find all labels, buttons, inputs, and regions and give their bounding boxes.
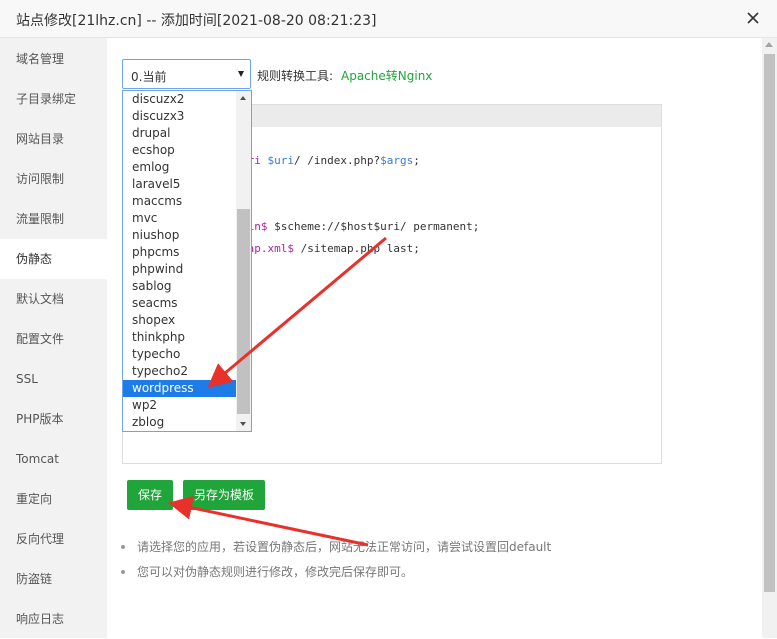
converter-label: 规则转换工具:	[257, 69, 334, 83]
select-value: 0.当前	[131, 70, 167, 84]
scroll-down-icon[interactable]	[240, 422, 246, 426]
dropdown-option[interactable]: shopex	[123, 312, 236, 329]
dropdown-option[interactable]: wp2	[123, 397, 236, 414]
save-button[interactable]: 保存	[127, 480, 173, 510]
sidebar-item-label: 重定向	[16, 492, 53, 506]
sidebar-item-label: 流量限制	[16, 212, 65, 226]
dropdown-option[interactable]: discuzx3	[123, 108, 236, 125]
code-line: map.xml$ /sitemap.php last;	[241, 242, 420, 255]
sidebar-item-subdir[interactable]: 子目录绑定	[0, 79, 107, 119]
dropdown-option[interactable]: niushop	[123, 227, 236, 244]
page-scroll-thumb[interactable]	[764, 54, 775, 592]
tip-item: 请选择您的应用，若设置伪静态后，网站无法正常访问，请尝试设置回default	[121, 538, 551, 555]
sidebar-item-label: 访问限制	[16, 172, 65, 186]
rewrite-panel: 0.当前 规则转换工具: Apache转Nginx uri $uri/ /ind…	[107, 38, 762, 638]
dropdown-option[interactable]: zblog	[123, 414, 236, 431]
sidebar-item-tomcat[interactable]: Tomcat	[0, 439, 107, 479]
sidebar-item-label: PHP版本	[16, 412, 64, 426]
sidebar-item-label: Tomcat	[16, 452, 59, 466]
dropdown-option[interactable]: sablog	[123, 278, 236, 295]
dialog-title: 站点修改[21lhz.cn] -- 添加时间[2021-08-20 08:21:…	[16, 13, 377, 29]
save-as-template-button[interactable]: 另存为模板	[183, 480, 265, 510]
dropdown-option[interactable]: discuzx2	[123, 91, 236, 108]
dropdown-option[interactable]: ecshop	[123, 142, 236, 159]
sidebar-item-reverse-proxy[interactable]: 反向代理	[0, 519, 107, 559]
sidebar-item-label: SSL	[16, 372, 38, 386]
sidebar-item-response-log[interactable]: 响应日志	[0, 599, 107, 639]
bullet-icon	[121, 544, 125, 549]
dropdown-option[interactable]: typecho2	[123, 363, 236, 380]
sidebar-item-label: 防盗链	[16, 572, 53, 586]
dropdown-option[interactable]: drupal	[123, 125, 236, 142]
sidebar-item-label: 网站目录	[16, 132, 65, 146]
sidebar-item-label: 响应日志	[16, 612, 65, 626]
dialog-titlebar: 站点修改[21lhz.cn] -- 添加时间[2021-08-20 08:21:…	[0, 0, 777, 38]
dropdown-option[interactable]: emlog	[123, 159, 236, 176]
dropdown-scroll-thumb[interactable]	[237, 209, 250, 414]
sidebar-item-rewrite[interactable]: 伪静态	[0, 239, 107, 279]
dropdown-option-selected[interactable]: wordpress	[123, 380, 236, 397]
sidebar-item-config-file[interactable]: 配置文件	[0, 319, 107, 359]
chevron-down-icon	[238, 71, 244, 77]
rewrite-template-dropdown[interactable]: discuzx2 discuzx3 drupal ecshop emlog la…	[122, 90, 252, 432]
sidebar-item-label: 域名管理	[16, 52, 65, 66]
sidebar-item-label: 反向代理	[16, 532, 65, 546]
sidebar-item-traffic-limit[interactable]: 流量限制	[0, 199, 107, 239]
dropdown-option[interactable]: typecho	[123, 346, 236, 363]
apache-to-nginx-link[interactable]: Apache转Nginx	[341, 67, 432, 84]
settings-sidebar: 域名管理 子目录绑定 网站目录 访问限制 流量限制 伪静态 默认文档 配置文件 …	[0, 38, 107, 638]
dropdown-option[interactable]: phpcms	[123, 244, 236, 261]
sidebar-item-default-doc[interactable]: 默认文档	[0, 279, 107, 319]
sidebar-item-access-limit[interactable]: 访问限制	[0, 159, 107, 199]
site-settings-dialog: 站点修改[21lhz.cn] -- 添加时间[2021-08-20 08:21:…	[0, 0, 777, 638]
scroll-up-icon[interactable]	[765, 42, 773, 47]
dropdown-option[interactable]: mvc	[123, 210, 236, 227]
sidebar-item-redirect[interactable]: 重定向	[0, 479, 107, 519]
sidebar-item-label: 配置文件	[16, 332, 65, 346]
sidebar-item-ssl[interactable]: SSL	[0, 359, 107, 399]
sidebar-item-label: 伪静态	[16, 252, 53, 266]
rewrite-template-select[interactable]: 0.当前	[122, 59, 251, 89]
sidebar-item-hotlink[interactable]: 防盗链	[0, 559, 107, 599]
sidebar-item-label: 子目录绑定	[16, 92, 77, 106]
sidebar-item-site-dir[interactable]: 网站目录	[0, 119, 107, 159]
bullet-icon	[121, 569, 125, 574]
page-scrollbar[interactable]	[762, 38, 777, 638]
dropdown-scrollbar[interactable]	[236, 91, 251, 431]
dropdown-option[interactable]: seacms	[123, 295, 236, 312]
tip-item: 您可以对伪静态规则进行修改，修改完后保存即可。	[121, 563, 413, 580]
code-line: uri $uri/ /index.php?$args;	[241, 154, 420, 167]
dropdown-option[interactable]: phpwind	[123, 261, 236, 278]
scroll-up-icon[interactable]	[240, 96, 246, 100]
close-icon[interactable]	[743, 8, 763, 28]
sidebar-item-domain[interactable]: 域名管理	[0, 39, 107, 79]
dropdown-option[interactable]: thinkphp	[123, 329, 236, 346]
dropdown-option[interactable]: maccms	[123, 193, 236, 210]
sidebar-item-label: 默认文档	[16, 292, 65, 306]
dropdown-option[interactable]: laravel5	[123, 176, 236, 193]
sidebar-item-php-version[interactable]: PHP版本	[0, 399, 107, 439]
code-line: min$ $scheme://$host$uri/ permanent;	[241, 220, 480, 233]
